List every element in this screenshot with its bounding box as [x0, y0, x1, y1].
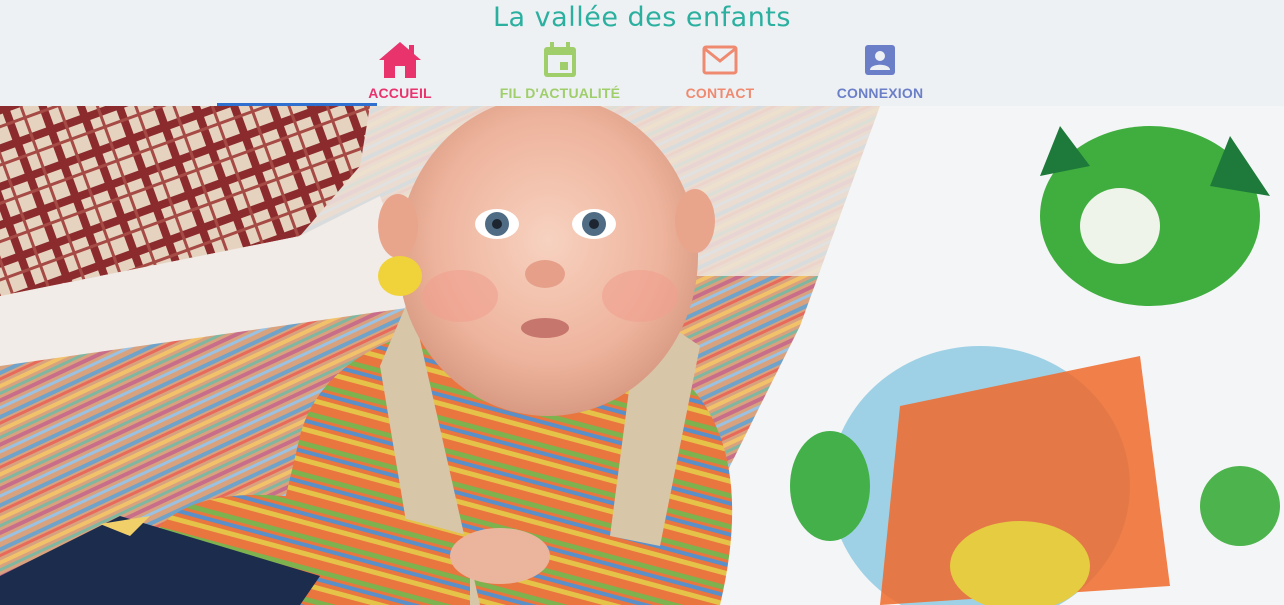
nav-label-connexion: CONNEXION	[836, 85, 924, 101]
nav-label-contact: CONTACT	[685, 85, 755, 101]
nav-item-contact[interactable]: CONTACT	[640, 38, 800, 106]
home-icon	[376, 38, 424, 82]
calendar-icon	[536, 38, 584, 82]
nav-item-connexion[interactable]: CONNEXION	[800, 38, 960, 106]
nav-label-actualite: FIL D'ACTUALITÉ	[499, 85, 621, 101]
site-header: La vallée des enfants ACCUEIL FIL D'ACTU…	[0, 0, 1284, 106]
account-icon	[856, 38, 904, 82]
mail-icon	[696, 38, 744, 82]
nav-item-actualite[interactable]: FIL D'ACTUALITÉ	[480, 38, 640, 106]
site-title: La vallée des enfants	[493, 2, 791, 33]
nav-label-accueil: ACCUEIL	[368, 85, 432, 101]
main-nav: ACCUEIL FIL D'ACTUALITÉ CONTACT CONNEXIO…	[320, 38, 960, 106]
hero-image	[0, 106, 1284, 605]
nav-item-accueil[interactable]: ACCUEIL	[320, 38, 480, 106]
